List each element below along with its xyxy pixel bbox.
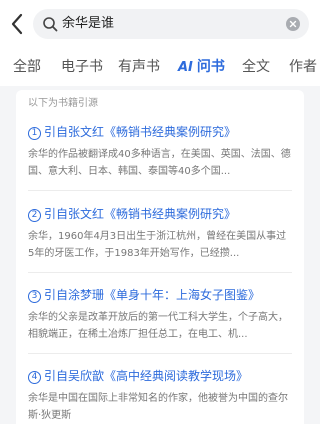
tab-fulltext[interactable]: 全文 (242, 57, 270, 77)
search-icon (43, 17, 58, 32)
back-button[interactable] (4, 10, 30, 38)
tab-ai-ask-book[interactable]: AI 问书 (178, 57, 225, 78)
reference-title: 引自张文红《畅销书经典案例研究》 (44, 125, 237, 139)
reference-number: 4 (28, 371, 41, 384)
reference-title: 引自涂梦珊《单身十年：上海女子图鉴》 (44, 288, 261, 302)
reference-excerpt: 余华的作品被翻译成40多种语言，在美国、英国、法国、德国、意大利、日本、韩国、泰… (28, 149, 291, 177)
tab-all[interactable]: 全部 (13, 57, 41, 77)
chevron-left-icon (11, 13, 23, 35)
reference-number: 1 (28, 127, 41, 140)
reference-title: 引自张文红《畅销书经典案例研究》 (44, 207, 237, 221)
search-bar[interactable]: 余华是谁 (33, 9, 309, 39)
content-area: 以下为书籍引源 1 引自张文红《畅销书经典案例研究》 余华的作品被翻译成40多种语… (0, 86, 320, 424)
divider (28, 353, 292, 354)
reference-excerpt: 余华是中国在国际上非常知名的作家，他被誉为中国的查尔斯·狄更斯 (28, 393, 288, 421)
reference-item[interactable]: 1 引自张文红《畅销书经典案例研究》 余华的作品被翻译成40多种语言，在美国、英国… (28, 123, 292, 180)
tab-author[interactable]: 作者 (289, 57, 317, 77)
reference-number: 2 (28, 209, 41, 222)
top-bar: 余华是谁 (0, 0, 320, 48)
reference-title: 引自吴欣歆《高中经典阅读教学现场》 (44, 369, 249, 383)
divider (28, 272, 292, 273)
reference-item[interactable]: 3 引自涂梦珊《单身十年：上海女子图鉴》 余华的父亲是改革开放后的第一代工科大学生… (28, 286, 292, 343)
search-input[interactable]: 余华是谁 (62, 9, 114, 39)
reference-item[interactable]: 2 引自张文红《畅销书经典案例研究》 余华，1960年4月3日出生于浙江杭州，曾经… (28, 205, 292, 262)
references-intro: 以下为书籍引源 (28, 98, 98, 109)
divider (28, 190, 292, 191)
tab-ai-ask-book-label: 问书 (196, 59, 225, 75)
tab-audiobook[interactable]: 有声书 (118, 57, 160, 77)
category-tabs: 全部 电子书 有声书 AI 问书 全文 作者 (0, 48, 320, 86)
tab-ebook[interactable]: 电子书 (61, 57, 103, 77)
clear-icon[interactable] (286, 17, 300, 31)
ai-badge: AI (178, 60, 193, 75)
reference-excerpt: 余华，1960年4月3日出生于浙江杭州，曾经在美国从事过5年的牙医工作，于198… (28, 231, 287, 259)
reference-item[interactable]: 4 引自吴欣歆《高中经典阅读教学现场》 余华是中国在国际上非常知名的作家，他被誉为… (28, 367, 292, 424)
references-card: 以下为书籍引源 1 引自张文红《畅销书经典案例研究》 余华的作品被翻译成40多种语… (16, 90, 304, 424)
reference-excerpt: 余华的父亲是改革开放后的第一代工科大学生，个子高大，相貌端正，在稀土冶炼厂担任总… (28, 312, 288, 340)
reference-number: 3 (28, 290, 41, 303)
